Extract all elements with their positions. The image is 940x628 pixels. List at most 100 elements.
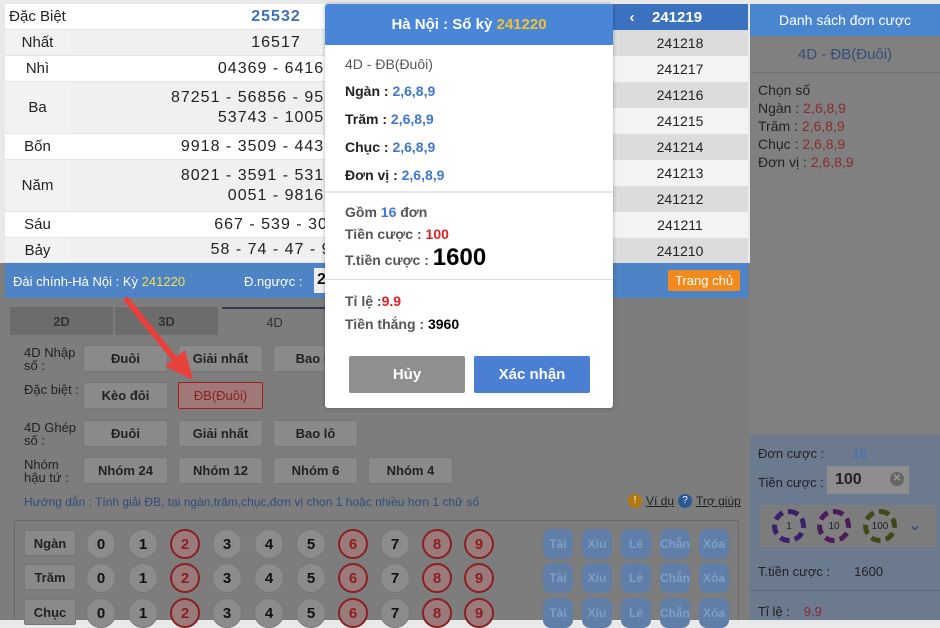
quick-select-button[interactable]: Xóa [699,563,729,593]
digit-ball[interactable]: 5 [296,598,326,628]
period-item[interactable]: 241217 [612,56,748,82]
digit-ball[interactable]: 4 [254,529,284,559]
prize-label: Đặc Biệt [5,4,70,29]
digit-ball[interactable]: 5 [296,563,326,593]
prize-label: Nhất [5,30,70,55]
tab-4d[interactable]: 4D [222,307,327,335]
digit-ball[interactable]: 6 [338,598,368,628]
period-item[interactable]: 241211 [612,212,748,238]
option-button-selected[interactable]: ĐB(Đuôi) [178,382,263,409]
quick-select-button[interactable]: Lẻ [621,563,651,593]
quick-select-button[interactable]: Xỉu [582,563,612,593]
digit-row-label[interactable]: Ngàn [24,530,76,556]
digit-ball[interactable]: 2 [170,529,200,559]
quick-select-button[interactable]: Xóa [699,598,729,628]
cancel-button[interactable]: Hủy [349,356,465,393]
dialog-pick: Đơn vị : 2,6,8,9 [345,167,445,183]
digit-ball[interactable]: 4 [254,563,284,593]
option-button[interactable]: Nhóm 4 [368,457,453,484]
period-item[interactable]: 241218 [612,30,748,56]
digit-ball[interactable]: 6 [338,563,368,593]
digit-ball[interactable]: 1 [128,563,158,593]
period-item[interactable]: 241212 [612,186,748,212]
digit-ball[interactable]: 8 [422,563,452,593]
digit-ball[interactable]: 0 [86,529,116,559]
example-link[interactable]: Ví dụ [646,494,674,508]
chevron-left-icon[interactable]: ‹ [612,9,652,26]
ratio-value: 9.9 [803,604,822,619]
digit-ball[interactable]: 3 [212,598,242,628]
option-label: 4D Ghép số : [24,420,77,448]
quick-select-button[interactable]: Chẵn [660,598,690,628]
period-item[interactable]: 241216 [612,82,748,108]
home-button[interactable]: Trang chủ [668,270,741,291]
digit-ball[interactable]: 1 [128,529,158,559]
digit-row-label[interactable]: Trăm [24,564,76,590]
stake-input[interactable]: 100 ✕ [827,466,909,494]
quick-select-button[interactable]: Chẵn [660,529,690,559]
pick-line: Ngàn : 2,6,8,9 [758,100,846,116]
chevron-down-icon[interactable]: ⌄ [908,515,921,535]
digit-ball[interactable]: 1 [128,598,158,628]
digit-ball[interactable]: 2 [170,563,200,593]
digit-ball[interactable]: 7 [380,563,410,593]
period-item[interactable]: 241215 [612,108,748,134]
reverse-label: Đ.ngược : [244,274,303,289]
chip-100[interactable]: 100 [863,509,897,543]
option-button[interactable]: Bao lô [273,420,358,447]
confirm-button[interactable]: Xác nhận [474,356,590,393]
option-button[interactable]: Giải nhất [178,420,263,447]
pick-line: Đơn vị : 2,6,8,9 [758,154,854,170]
period-item[interactable]: 241214 [612,134,748,160]
digit-ball[interactable]: 3 [212,529,242,559]
digit-ball[interactable]: 0 [86,563,116,593]
dialog-total: T.tiền cược : 1600 [345,244,487,271]
prize-label: Bảy [5,238,70,262]
help-link[interactable]: Trợ giúp [696,494,741,508]
digit-ball[interactable]: 8 [422,529,452,559]
digit-ball[interactable]: 9 [464,598,494,628]
quick-select-button[interactable]: Tài [543,529,573,559]
digit-ball[interactable]: 9 [464,529,494,559]
option-button[interactable]: Nhóm 24 [83,457,168,484]
chip-10[interactable]: 10 [817,509,851,543]
confirm-dialog: Hà Nội : Số kỳ 241220 4D - ĐB(Đuôi) Ngàn… [325,4,613,408]
period-item[interactable]: 241213 [612,160,748,186]
help-icon: ? [678,494,693,508]
quick-select-button[interactable]: Xỉu [582,529,612,559]
option-button[interactable]: Kèo đôi [83,382,168,409]
digit-ball[interactable]: 4 [254,598,284,628]
digit-ball[interactable]: 8 [422,598,452,628]
option-label: Nhóm hậu tứ : [24,457,69,485]
option-button[interactable]: Nhóm 12 [178,457,263,484]
clear-icon[interactable]: ✕ [890,472,904,486]
prize-label: Năm [5,160,70,211]
digit-ball[interactable]: 5 [296,529,326,559]
orders-label: Đơn cược : [758,446,825,461]
bet-type: 4D - ĐB(Đuôi) [750,36,940,73]
digit-ball[interactable]: 6 [338,529,368,559]
quick-select-button[interactable]: Xỉu [582,598,612,628]
digit-ball[interactable]: 7 [380,529,410,559]
guide-text: Hướng dẫn : Tính giải ĐB, tại ngàn,trăm,… [24,495,480,509]
option-button[interactable]: Nhóm 6 [273,457,358,484]
digit-ball[interactable]: 9 [464,563,494,593]
quick-select-button[interactable]: Lẻ [621,598,651,628]
digit-row-label[interactable]: Chục [24,599,76,625]
tab-2d[interactable]: 2D [10,307,113,335]
quick-select-button[interactable]: Chẵn [660,563,690,593]
digit-ball[interactable]: 7 [380,598,410,628]
quick-select-button[interactable]: Lẻ [621,529,651,559]
quick-select-button[interactable]: Tài [543,598,573,628]
dialog-pick: Ngàn : 2,6,8,9 [345,83,436,99]
quick-select-button[interactable]: Tài [543,563,573,593]
digit-ball[interactable]: 3 [212,563,242,593]
period-item[interactable]: 241210 [612,238,748,264]
chip-1[interactable]: 1 [772,509,806,543]
digit-ball[interactable]: 0 [86,598,116,628]
arrow-annotation [124,297,193,380]
option-button[interactable]: Đuôi [83,420,168,447]
digit-ball[interactable]: 2 [170,598,200,628]
quick-select-button[interactable]: Xóa [699,529,729,559]
total-label: T.tiền cược : [758,564,831,579]
